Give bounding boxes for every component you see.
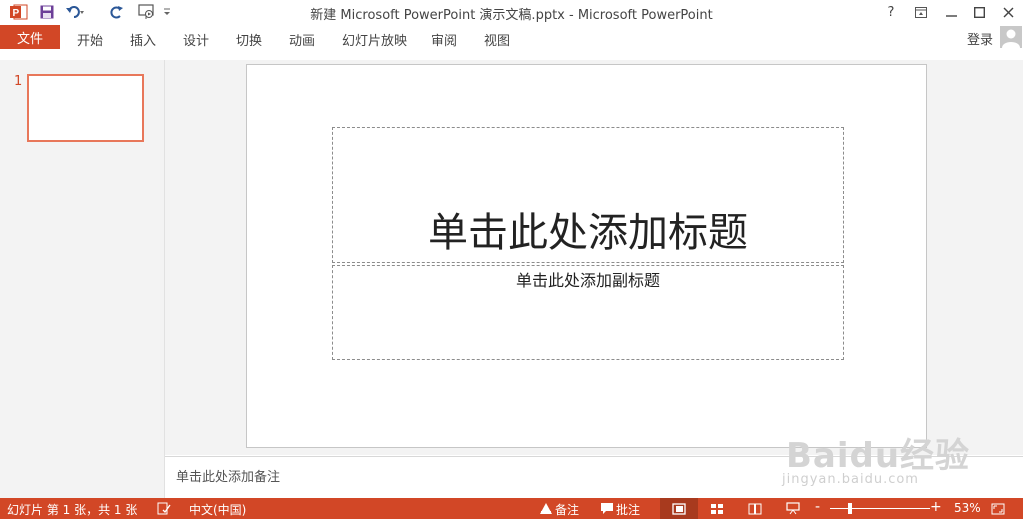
thumbnail-number: 1 [14, 74, 23, 89]
start-presentation-icon[interactable] [136, 2, 158, 22]
tab-design[interactable]: 设计 [183, 30, 209, 49]
reading-view-icon[interactable] [746, 500, 764, 517]
customize-qat-icon[interactable] [160, 2, 174, 22]
subtitle-placeholder[interactable]: 单击此处添加副标题 [332, 265, 844, 360]
tab-review[interactable]: 审阅 [431, 30, 457, 49]
notes-button[interactable]: 备注 [555, 501, 579, 518]
redo-icon[interactable] [106, 2, 128, 22]
tab-home[interactable]: 开始 [77, 30, 103, 49]
minimize-icon[interactable] [936, 0, 966, 24]
slide-editing-area: 单击此处添加标题 单击此处添加副标题 [165, 60, 1023, 455]
tab-animations[interactable]: 动画 [289, 30, 315, 49]
maximize-icon[interactable] [964, 0, 994, 24]
language-status[interactable]: 中文(中国) [189, 501, 246, 518]
title-bar: P 新建 Microsoft PowerPoint 演示文稿.pptx - Mi… [0, 0, 1023, 24]
title-placeholder-text: 单击此处添加标题 [428, 210, 748, 256]
tab-view[interactable]: 视图 [484, 30, 510, 49]
slide-sorter-icon[interactable] [708, 500, 726, 517]
slide-canvas[interactable]: 单击此处添加标题 单击此处添加副标题 [246, 64, 927, 448]
comments-icon[interactable] [598, 500, 616, 517]
subtitle-placeholder-text: 单击此处添加副标题 [515, 271, 660, 290]
slide-show-icon[interactable] [784, 500, 802, 517]
user-avatar-icon[interactable] [1000, 26, 1022, 48]
zoom-slider-thumb[interactable] [848, 503, 852, 514]
help-button[interactable]: ? [876, 0, 906, 24]
slide-count-status: 幻灯片 第 1 张，共 1 张 [7, 503, 138, 517]
tab-file[interactable]: 文件 [0, 25, 60, 49]
zoom-slider-track[interactable] [830, 508, 930, 509]
status-bar: 幻灯片 第 1 张，共 1 张 中文(中国) 备注 批注 - + 53% [0, 498, 1023, 519]
slide-thumbnail[interactable] [27, 74, 144, 142]
powerpoint-logo-icon[interactable]: P [8, 2, 30, 22]
sign-in-link[interactable]: 登录 [967, 29, 993, 48]
notes-placeholder: 单击此处添加备注 [176, 470, 281, 485]
ribbon-display-options-icon[interactable] [906, 0, 936, 24]
close-icon[interactable] [993, 0, 1023, 24]
fit-slide-icon[interactable] [989, 500, 1007, 517]
watermark-brand: Baidu经验 [786, 436, 971, 476]
undo-icon[interactable] [64, 2, 86, 22]
ribbon-tab-bar: 文件 开始 插入 设计 切换 动画 幻灯片放映 审阅 视图 登录 [0, 24, 1023, 50]
tab-slide-show[interactable]: 幻灯片放映 [342, 30, 407, 49]
title-placeholder[interactable]: 单击此处添加标题 [332, 127, 844, 263]
save-icon[interactable] [36, 2, 58, 22]
tab-transitions[interactable]: 切换 [236, 30, 262, 49]
notes-icon[interactable] [537, 500, 555, 517]
slide-thumbnail-pane: 1 [0, 60, 165, 498]
zoom-out-button[interactable]: - [815, 499, 820, 515]
svg-text:P: P [13, 8, 20, 19]
normal-view-icon[interactable] [660, 498, 698, 519]
zoom-level[interactable]: 53% [954, 501, 981, 515]
watermark-url: jingyan.baidu.com [782, 472, 919, 487]
comments-button[interactable]: 批注 [616, 501, 640, 518]
spell-check-icon[interactable] [155, 500, 173, 517]
zoom-in-button[interactable]: + [930, 499, 942, 515]
baidu-watermark: Baidu经验 jingyan.baidu.com [778, 428, 978, 498]
tab-insert[interactable]: 插入 [130, 30, 156, 49]
